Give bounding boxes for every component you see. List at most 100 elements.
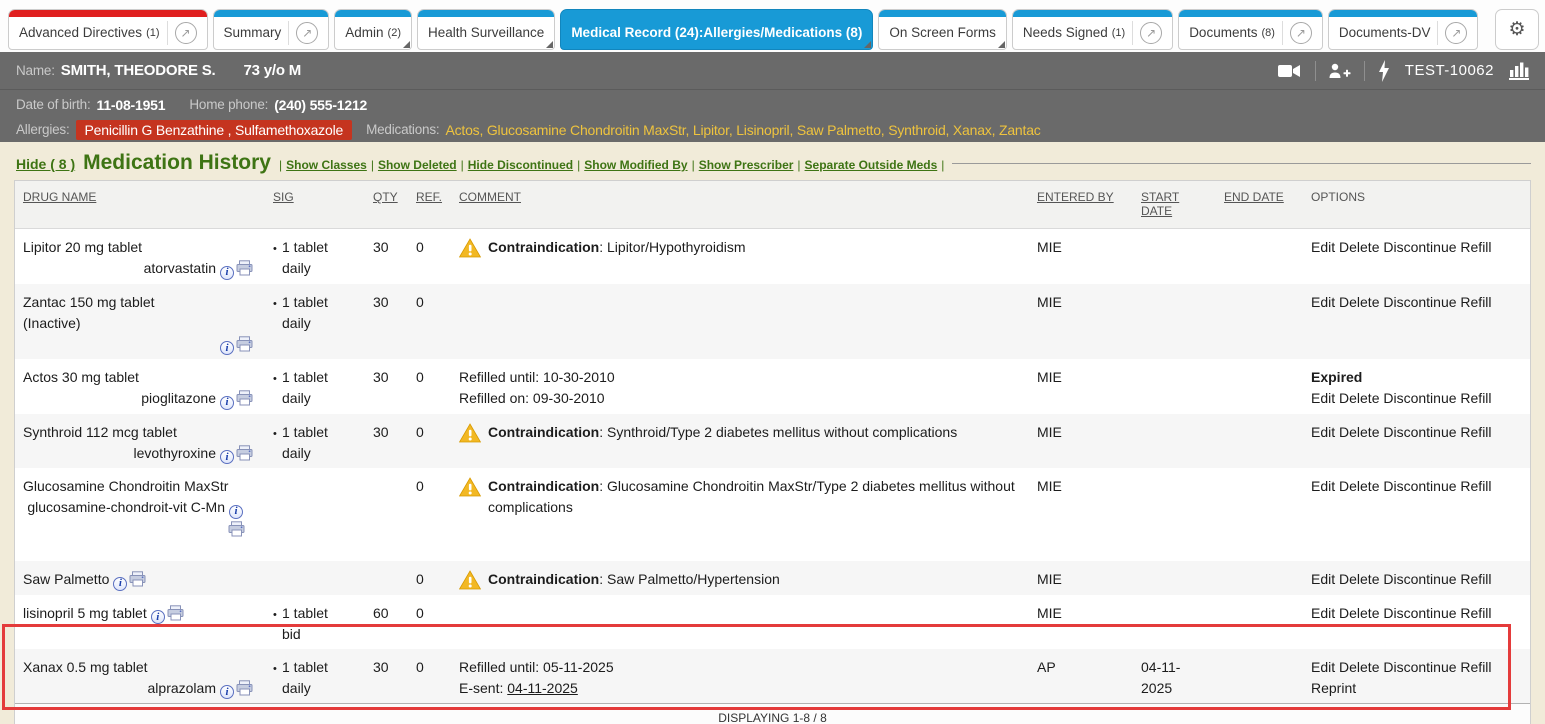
tab-color-bar — [1013, 10, 1172, 17]
add-person-icon[interactable] — [1329, 63, 1351, 79]
tab-color-bar — [335, 10, 411, 17]
tab-medical-record-active[interactable]: Medical Record (24):Allergies/Medication… — [560, 9, 873, 50]
col-ref[interactable]: REF. — [408, 181, 451, 228]
tab-label: On Screen Forms — [889, 25, 996, 40]
patient-age-sex: 73 y/o M — [244, 62, 302, 79]
drug-info-icon[interactable]: i — [229, 505, 243, 519]
tab-health-surveillance[interactable]: Health Surveillance — [417, 9, 555, 50]
tab-needs-signed[interactable]: Needs Signed (1) ↗ — [1012, 9, 1173, 50]
row-options[interactable]: Edit Delete Discontinue Refill — [1311, 657, 1518, 678]
tab-admin[interactable]: Admin (2) — [334, 9, 412, 50]
print-icon[interactable] — [236, 445, 253, 461]
row-options[interactable]: Edit Delete Discontinue Refill — [1303, 229, 1524, 284]
bar-chart-icon[interactable] — [1509, 62, 1529, 80]
drug-name: Zantac 150 mg tablet — [23, 292, 241, 313]
end-date — [1216, 561, 1303, 595]
show-modified-by-link[interactable]: Show Modified By — [577, 158, 687, 172]
table-row: Lipitor 20 mg tablet atorvastatini 1 tab… — [15, 229, 1530, 284]
row-options[interactable]: Edit Delete Discontinue Refill — [1303, 414, 1524, 469]
tab-summary[interactable]: Summary ↗ — [213, 9, 330, 50]
home-phone-label: Home phone: — [189, 97, 268, 112]
sig-frequency: bid — [282, 624, 328, 645]
show-classes-link[interactable]: Show Classes — [279, 158, 367, 172]
tab-advanced-directives[interactable]: Advanced Directives (1) ↗ — [8, 9, 208, 50]
tab-dropdown-caret-icon[interactable] — [998, 41, 1005, 48]
sig-frequency: daily — [282, 313, 328, 334]
drug-status: (Inactive) — [23, 313, 241, 334]
tab-on-screen-forms[interactable]: On Screen Forms — [878, 9, 1007, 50]
drug-info-icon[interactable]: i — [220, 396, 234, 410]
print-icon[interactable] — [228, 521, 245, 537]
esent-date-link[interactable]: 04-11-2025 — [507, 680, 578, 696]
hide-link[interactable]: Hide ( 8 ) — [16, 156, 75, 172]
ehr-medical-record-page: Advanced Directives (1) ↗ Summary ↗ Admi… — [0, 0, 1545, 724]
displaying-count: DISPLAYING 1-8 / 8 — [718, 711, 827, 724]
ref-value: 0 — [408, 468, 451, 561]
sig-dose: 1 tablet — [282, 603, 328, 624]
open-in-new-window-icon[interactable]: ↗ — [296, 22, 318, 44]
print-icon[interactable] — [167, 605, 184, 621]
col-comment[interactable]: COMMENT — [451, 181, 1029, 228]
lightning-bolt-icon[interactable] — [1378, 60, 1390, 82]
print-icon[interactable] — [129, 571, 146, 587]
medications-list[interactable]: Actos, Glucosamine Chondroitin MaxStr, L… — [445, 122, 1040, 138]
end-date — [1216, 468, 1303, 561]
ref-value: 0 — [408, 359, 451, 414]
show-deleted-link[interactable]: Show Deleted — [371, 158, 457, 172]
tab-dropdown-caret-icon[interactable] — [864, 41, 871, 48]
show-prescriber-link[interactable]: Show Prescriber — [692, 158, 794, 172]
row-options[interactable]: Edit Delete Discontinue Refill — [1303, 468, 1524, 561]
tab-dropdown-caret-icon[interactable] — [403, 41, 410, 48]
col-end-date[interactable]: END DATE — [1216, 181, 1303, 228]
ref-value: 0 — [408, 284, 451, 360]
tab-color-bar — [9, 10, 207, 17]
start-date — [1133, 414, 1216, 469]
start-date — [1133, 468, 1216, 561]
allergies-badge[interactable]: Penicillin G Benzathine , Sulfamethoxazo… — [76, 120, 353, 140]
col-entered-by[interactable]: ENTERED BY — [1029, 181, 1133, 228]
drug-info-icon[interactable]: i — [113, 577, 127, 591]
settings-gear-button[interactable]: ⚙ — [1495, 9, 1539, 50]
col-qty[interactable]: QTY — [365, 181, 408, 228]
drug-name: Xanax 0.5 mg tablet — [23, 657, 241, 678]
start-date: 04-11-2025 — [1133, 649, 1216, 704]
generic-name: glucosamine-chondroit-vit C-Mn — [27, 499, 225, 515]
row-options[interactable]: Edit Delete Discontinue Refill — [1303, 595, 1524, 649]
col-drug-name[interactable]: DRUG NAME — [15, 181, 265, 228]
print-icon[interactable] — [236, 680, 253, 696]
row-options[interactable]: Edit Delete Discontinue Refill — [1303, 284, 1524, 360]
drug-info-icon[interactable]: i — [151, 610, 165, 624]
col-sig[interactable]: SIG — [265, 181, 365, 228]
allergies-label: Allergies: — [16, 122, 70, 137]
tab-label: Medical Record (24):Allergies/Medication… — [571, 25, 862, 40]
drug-info-icon[interactable]: i — [220, 450, 234, 464]
open-in-new-window-icon[interactable]: ↗ — [1140, 22, 1162, 44]
reprint-option[interactable]: Reprint — [1311, 678, 1518, 699]
print-icon[interactable] — [236, 260, 253, 276]
qty-value: 30 — [365, 359, 408, 414]
col-start-date[interactable]: START DATE — [1133, 181, 1216, 228]
hide-discontinued-link[interactable]: Hide Discontinued — [461, 158, 573, 172]
sig-bullet — [273, 657, 282, 700]
print-icon[interactable] — [236, 390, 253, 406]
generic-name: atorvastatin — [144, 260, 216, 276]
row-options[interactable]: Edit Delete Discontinue Refill — [1311, 388, 1518, 409]
section-title: Medication History — [83, 151, 271, 175]
comment-text: : Lipitor/Hypothyroidism — [599, 239, 745, 255]
video-camera-icon[interactable] — [1278, 63, 1302, 79]
open-in-new-window-icon[interactable]: ↗ — [175, 22, 197, 44]
print-icon[interactable] — [236, 336, 253, 352]
drug-info-icon[interactable]: i — [220, 341, 234, 355]
tab-documents-dv[interactable]: Documents-DV ↗ — [1328, 9, 1479, 50]
end-date — [1216, 359, 1303, 414]
separate-outside-meds-link[interactable]: Separate Outside Meds — [797, 158, 937, 172]
drug-info-icon[interactable]: i — [220, 266, 234, 280]
start-date — [1133, 229, 1216, 284]
open-in-new-window-icon[interactable]: ↗ — [1290, 22, 1312, 44]
row-options[interactable]: Edit Delete Discontinue Refill — [1303, 561, 1524, 595]
drug-info-icon[interactable]: i — [220, 685, 234, 699]
tab-dropdown-caret-icon[interactable] — [546, 41, 553, 48]
qty-value: 30 — [365, 229, 408, 284]
tab-documents[interactable]: Documents (8) ↗ — [1178, 9, 1323, 50]
open-in-new-window-icon[interactable]: ↗ — [1445, 22, 1467, 44]
